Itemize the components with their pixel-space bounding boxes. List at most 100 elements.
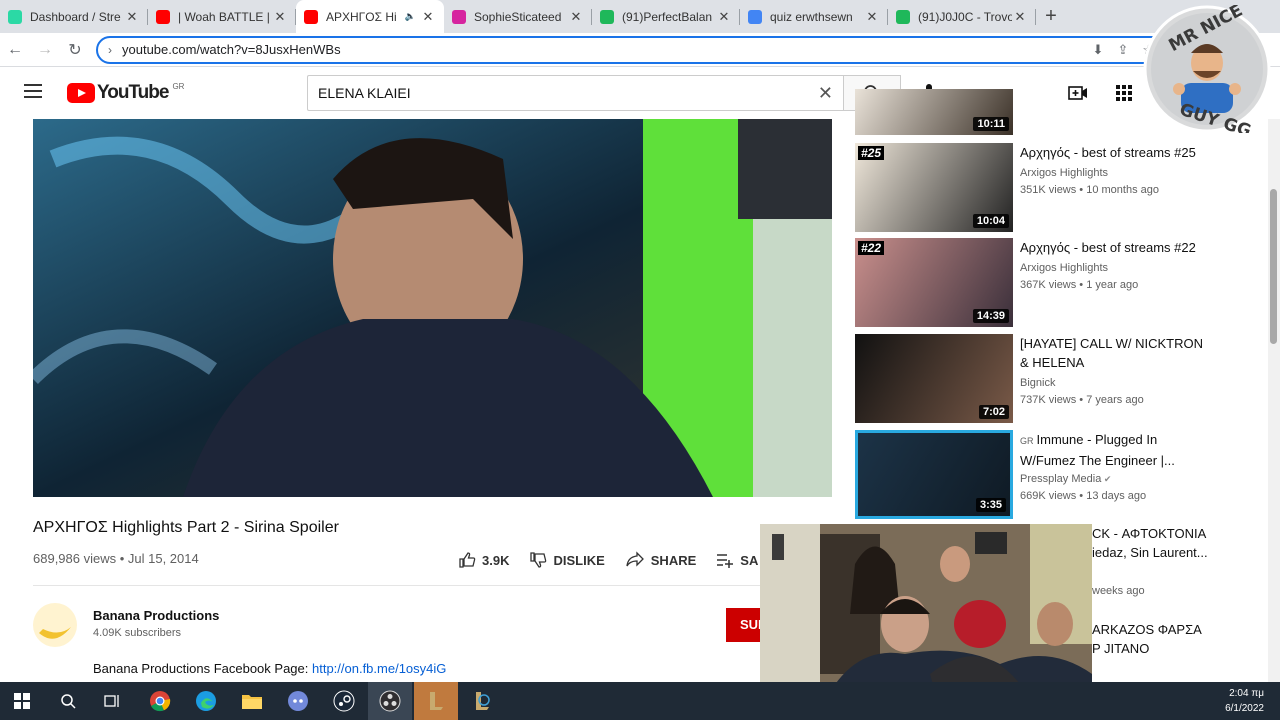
audio-playing-icon[interactable]: 🔈	[405, 11, 416, 22]
tab-favicon-icon	[600, 9, 614, 24]
tab-favicon-icon	[748, 9, 762, 24]
browser-tab[interactable]: Dashboard / Stre ✕	[0, 0, 148, 33]
tab-separator	[1035, 9, 1036, 25]
taskbar-search[interactable]	[46, 682, 90, 720]
forward-icon[interactable]: →	[30, 41, 60, 59]
windows-logo-icon	[14, 693, 30, 709]
discord-icon	[288, 691, 308, 711]
video-thumbnail[interactable]: 7:02	[855, 334, 1013, 423]
close-tab-icon[interactable]: ✕	[1012, 9, 1028, 25]
clock-date: 6/1/2022	[1225, 703, 1264, 714]
youtube-play-icon	[67, 83, 95, 103]
taskbar-obs[interactable]	[368, 682, 412, 720]
thumbnail-number: #25	[858, 146, 885, 160]
recommended-video-title-text: Αρχηγός - best of streams #25	[1020, 145, 1196, 160]
search-input[interactable]: ELENA KLAIEI ✕	[307, 75, 843, 111]
thumbs-up-icon	[459, 552, 476, 568]
recommended-video[interactable]: 7:02 [HAYATE] CALL W/ NICKTRON & HELENA Bi…	[855, 334, 1215, 424]
like-button[interactable]: 3.9K	[458, 551, 509, 569]
edge-icon	[196, 691, 216, 711]
page-scrollbar[interactable]	[1268, 119, 1280, 682]
share-button[interactable]: SHARE	[625, 551, 696, 569]
close-tab-icon[interactable]: ✕	[272, 9, 288, 25]
tab-title: (91)PerfectBalan	[622, 9, 713, 24]
back-icon[interactable]: ←	[0, 41, 30, 59]
thumbs-down-icon	[530, 552, 547, 568]
taskbar-edge[interactable]	[184, 682, 228, 720]
taskbar-chrome[interactable]	[138, 682, 182, 720]
partial-rec-title-3[interactable]: ARKAZOS ΦΑΡΣΑ	[1092, 622, 1202, 637]
league-game-icon	[476, 692, 490, 710]
taskbar-league-client[interactable]	[414, 682, 458, 720]
recommended-channel-name[interactable]: Pressplay Media ✔	[1020, 473, 1111, 485]
recommended-channel-text: Bignick	[1020, 377, 1056, 389]
browser-tab[interactable]: (91)PerfectBalan ✕	[592, 0, 740, 33]
banana-logo-icon	[39, 627, 71, 639]
partial-rec-title-4[interactable]: P JITANO	[1092, 641, 1149, 656]
browser-tab[interactable]: ΑΡΧΗΓΟΣ Hi 🔈 ✕	[296, 0, 444, 33]
close-tab-icon[interactable]: ✕	[124, 9, 140, 25]
browser-tab[interactable]: SophieSticateed ✕	[444, 0, 592, 33]
new-tab-button[interactable]: +	[1036, 0, 1066, 33]
close-tab-icon[interactable]: ✕	[716, 9, 732, 25]
taskbar-file-explorer[interactable]	[230, 682, 274, 720]
search-query: ELENA KLAIEI	[318, 85, 411, 101]
start-button[interactable]	[0, 682, 44, 720]
video-views-date: 689,986 views • Jul 15, 2014	[33, 551, 199, 566]
scrollbar-thumb[interactable]	[1270, 189, 1277, 344]
browser-tab[interactable]: (91)J0J0C - Trovo ✕	[888, 0, 1036, 33]
dislike-button[interactable]: DISLIKE	[529, 551, 605, 569]
system-clock[interactable]: 2:04 πμ 6/1/2022	[1225, 686, 1264, 716]
close-tab-icon[interactable]: ✕	[568, 9, 584, 25]
recommended-video[interactable]: #25 10:04 Αρχηγός - best of streams #25 Arx…	[855, 143, 1215, 233]
recommended-video-title[interactable]: GR Immune - Plugged In W/Fumez The Engine…	[1020, 430, 1215, 470]
recommended-video[interactable]: 3:35 GR Immune - Plugged In W/Fumez The En…	[855, 430, 1215, 520]
recommended-channel-name[interactable]: Arxigos Highlights	[1020, 262, 1108, 274]
steam-icon	[333, 690, 355, 712]
tab-favicon-icon	[452, 9, 466, 24]
video-thumbnail[interactable]: #22 14:39	[855, 238, 1013, 327]
recommended-channel-text: Pressplay Media	[1020, 473, 1102, 485]
reload-icon[interactable]: ↻	[60, 40, 90, 60]
tab-title: ΑΡΧΗΓΟΣ Hi	[326, 9, 397, 24]
recommended-views-age: 367K views • 1 year ago	[1020, 279, 1139, 291]
taskbar-league-game[interactable]	[460, 682, 504, 720]
recommended-channel-name[interactable]: Arxigos Highlights	[1020, 167, 1108, 179]
video-thumbnail[interactable]: 10:11	[855, 89, 1013, 135]
taskbar-discord[interactable]	[276, 682, 320, 720]
tab-title: quiz erwthsewn	[770, 9, 853, 24]
recommended-channel-name[interactable]: Bignick	[1020, 377, 1055, 389]
partial-rec-title-2[interactable]: iedaz, Sin Laurent...	[1092, 545, 1208, 560]
save-button[interactable]: SA	[716, 551, 758, 569]
close-tab-icon[interactable]: ✕	[420, 9, 436, 25]
video-thumbnail[interactable]: 3:35	[855, 430, 1013, 519]
recommended-video[interactable]: #22 14:39 Αρχηγός - best of streams #22 Arx…	[855, 238, 1215, 328]
partial-rec-title[interactable]: CK - ΑΦΤΟΚΤΟΝΙΑ	[1092, 526, 1206, 541]
league-of-legends-icon	[430, 692, 443, 710]
tab-title: (91)J0J0C - Trovo	[918, 9, 1012, 24]
tab-title: SophieSticateed	[474, 9, 562, 24]
channel-name[interactable]: Banana Productions	[93, 608, 219, 623]
clear-search-icon[interactable]: ✕	[818, 83, 833, 104]
video-frame-image	[33, 119, 832, 497]
close-tab-icon[interactable]: ✕	[864, 9, 880, 25]
tab-favicon-icon	[304, 9, 318, 24]
channel-avatar[interactable]	[33, 603, 77, 647]
streamer-logo: MR NICE GUY GG	[1135, 0, 1277, 142]
recommended-video-title[interactable]: Αρχηγός - best of streams #22	[1020, 238, 1215, 257]
browser-tab[interactable]: | Woah BATTLE | ✕	[148, 0, 296, 33]
video-description: Banana Productions Facebook Page: http:/…	[93, 661, 446, 676]
youtube-logo[interactable]: YouTube GR	[67, 82, 184, 104]
recommended-video-title[interactable]: Αρχηγός - best of streams #25	[1020, 143, 1215, 162]
recommended-views-age: 351K views • 10 months ago	[1020, 184, 1159, 196]
video-thumbnail[interactable]: #25 10:04	[855, 143, 1013, 232]
video-player[interactable]	[33, 119, 832, 497]
recommended-video-title[interactable]: [HAYATE] CALL W/ NICKTRON & HELENA	[1020, 334, 1215, 372]
browser-tab[interactable]: quiz erwthsewn ✕	[740, 0, 888, 33]
menu-icon[interactable]	[24, 84, 42, 98]
video-duration: 14:39	[972, 309, 1009, 323]
video-duration: 3:35	[975, 498, 1006, 512]
taskbar-steam[interactable]	[322, 682, 366, 720]
task-view-button[interactable]	[90, 682, 134, 720]
facebook-link[interactable]: http://on.fb.me/1osy4iG	[312, 661, 446, 676]
